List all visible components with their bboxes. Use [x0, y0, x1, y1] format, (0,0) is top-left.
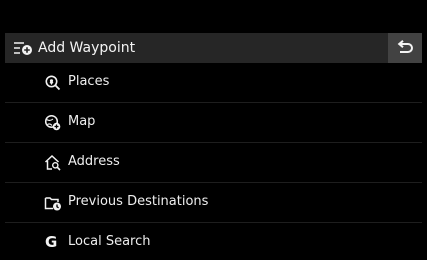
header-bar: Add Waypoint [5, 33, 422, 63]
back-button[interactable] [388, 33, 422, 63]
address-home-icon [44, 154, 62, 172]
navigation-screen: Add Waypoint Places Map Address Previous… [5, 5, 422, 255]
google-g-icon: G [45, 233, 58, 251]
menu-item-label: Address [68, 154, 120, 169]
menu-item-label: Previous Destinations [68, 194, 209, 209]
menu-item-local-search[interactable]: G Local Search [5, 223, 422, 255]
add-waypoint-icon [13, 40, 33, 56]
places-search-icon [44, 74, 62, 92]
menu-item-map[interactable]: Map [5, 103, 422, 143]
page-title: Add Waypoint [38, 40, 136, 56]
menu-item-address[interactable]: Address [5, 143, 422, 183]
menu-item-label: Map [68, 114, 96, 129]
waypoint-options-list: Places Map Address Previous Destinations… [5, 63, 422, 255]
menu-item-places[interactable]: Places [5, 63, 422, 103]
previous-destinations-folder-icon [44, 194, 62, 212]
map-globe-icon [44, 114, 62, 132]
menu-item-previous-destinations[interactable]: Previous Destinations [5, 183, 422, 223]
menu-item-label: Local Search [68, 234, 151, 249]
menu-item-label: Places [68, 74, 110, 89]
